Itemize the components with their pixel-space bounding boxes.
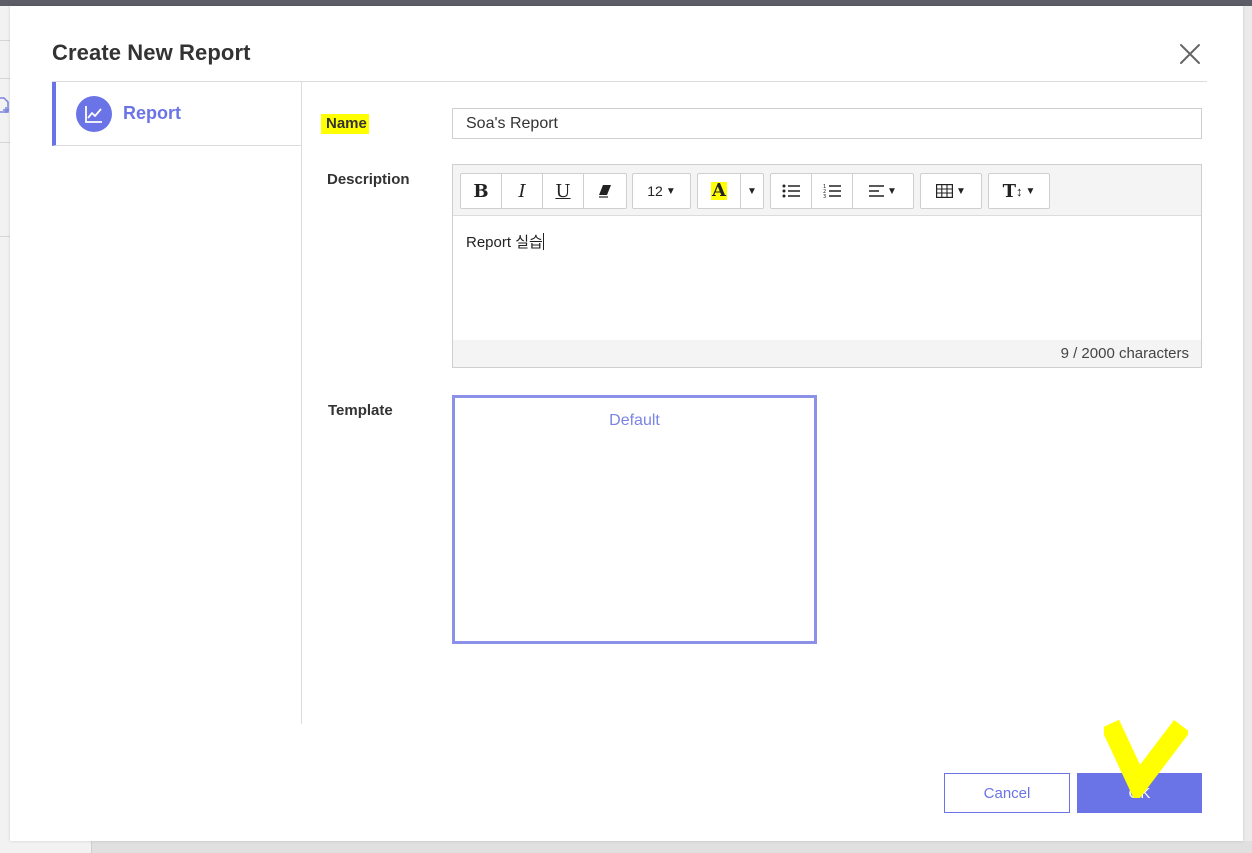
add-file-icon bbox=[0, 96, 10, 118]
bullet-list-icon[interactable] bbox=[771, 174, 812, 208]
font-size-group: 12 ▼ bbox=[632, 173, 691, 209]
editor-toolbar: B I U 12 ▼ A ▼ 123 ▼ ▼ T ↕ ▼ bbox=[453, 165, 1201, 216]
create-report-dialog: Create New Report Report Name Descriptio… bbox=[10, 6, 1243, 841]
close-icon[interactable] bbox=[1176, 40, 1204, 68]
template-name: Default bbox=[609, 412, 660, 429]
description-label: Description bbox=[327, 171, 410, 188]
divider bbox=[0, 78, 10, 79]
table-group: ▼ bbox=[920, 173, 982, 209]
text-height-icon: T bbox=[1002, 180, 1016, 202]
bottom-segment bbox=[0, 841, 92, 853]
chevron-down-icon: ▼ bbox=[1025, 185, 1036, 197]
paragraph-group: 123 ▼ bbox=[770, 173, 914, 209]
text-height-menu[interactable]: T ↕ ▼ bbox=[989, 174, 1049, 208]
heading-group: T ↕ ▼ bbox=[988, 173, 1050, 209]
sidebar-item-label: Report bbox=[123, 103, 181, 123]
line-chart-icon bbox=[76, 95, 112, 132]
template-card-default[interactable]: Default bbox=[452, 395, 817, 644]
description-text-area[interactable]: Report 실습 bbox=[453, 216, 1201, 340]
divider bbox=[0, 236, 10, 237]
eraser-icon[interactable] bbox=[584, 174, 625, 208]
format-group: B I U bbox=[460, 173, 627, 209]
dialog-title: Create New Report bbox=[52, 40, 251, 65]
sidebar-item-report[interactable]: Report bbox=[52, 82, 301, 146]
divider bbox=[0, 142, 10, 143]
chevron-down-icon: ▼ bbox=[747, 185, 757, 197]
font-color-group: A ▼ bbox=[697, 173, 764, 209]
font-size-value: 12 bbox=[647, 183, 663, 199]
bold-button[interactable]: B bbox=[461, 174, 502, 208]
description-editor: B I U 12 ▼ A ▼ 123 ▼ ▼ T ↕ ▼ Report 실습 9… bbox=[452, 164, 1202, 368]
description-text: Report 실습 bbox=[466, 234, 543, 251]
name-input[interactable] bbox=[452, 108, 1202, 139]
align-menu[interactable]: ▼ bbox=[853, 174, 913, 208]
font-color-dropdown[interactable]: ▼ bbox=[741, 174, 763, 208]
cancel-button[interactable]: Cancel bbox=[944, 773, 1070, 813]
font-color-button[interactable]: A bbox=[698, 174, 741, 208]
italic-button[interactable]: I bbox=[502, 174, 543, 208]
ok-button[interactable]: OK bbox=[1077, 773, 1202, 813]
template-label: Template bbox=[328, 402, 393, 419]
underline-button[interactable]: U bbox=[543, 174, 584, 208]
font-color-icon: A bbox=[711, 180, 727, 201]
numbered-list-icon[interactable]: 123 bbox=[812, 174, 853, 208]
table-menu[interactable]: ▼ bbox=[921, 174, 981, 208]
chevron-down-icon: ▼ bbox=[665, 185, 676, 197]
chevron-down-icon: ▼ bbox=[887, 185, 897, 197]
character-counter: 9 / 2000 characters bbox=[453, 340, 1201, 367]
app-left-panel bbox=[0, 6, 10, 853]
divider bbox=[0, 40, 10, 41]
name-label: Name bbox=[321, 114, 369, 134]
chevron-down-icon: ▼ bbox=[956, 185, 966, 197]
arrows-icon: ↕ bbox=[1016, 183, 1023, 199]
vertical-divider bbox=[301, 82, 302, 724]
text-cursor bbox=[542, 233, 544, 250]
app-right-edge bbox=[1243, 6, 1252, 853]
font-size-select[interactable]: 12 ▼ bbox=[633, 174, 690, 208]
app-bottom-bar bbox=[0, 841, 1252, 853]
svg-text:3: 3 bbox=[823, 194, 826, 198]
